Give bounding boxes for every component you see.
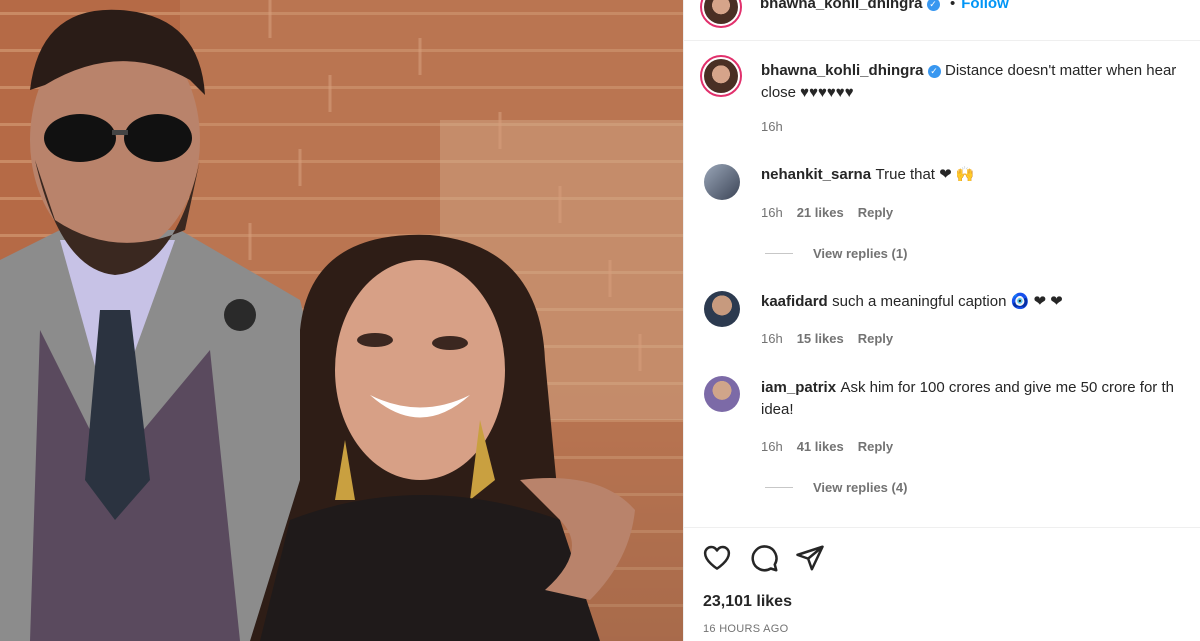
comment-avatar[interactable] <box>704 376 740 412</box>
verified-badge-icon: ✓ <box>926 0 940 11</box>
comment-username[interactable]: kaafidard <box>761 293 828 310</box>
view-replies-label: View replies (1) <box>813 246 908 261</box>
reply-button[interactable]: Reply <box>858 205 893 220</box>
reply-button[interactable]: Reply <box>858 331 893 346</box>
comment-meta: 16h 15 likes Reply <box>761 331 893 346</box>
post-header: bhawna_kohli_dhingra ✓ • Follow <box>760 0 1009 13</box>
view-replies-label: View replies (4) <box>813 480 908 495</box>
caption: bhawna_kohli_dhingra ✓ Distance doesn't m… <box>761 60 1200 104</box>
comment-meta: 16h 21 likes Reply <box>761 205 893 220</box>
follow-button[interactable]: Follow <box>961 0 1009 12</box>
comment-text: True that ❤ 🙌 <box>875 166 975 183</box>
comment-item: iam_patrix Ask him for 100 crores and gi… <box>761 377 1200 421</box>
comments-panel: bhawna_kohli_dhingra ✓ • Follow bhawna_koh… <box>683 0 1200 641</box>
view-replies-button[interactable]: View replies (4) <box>765 480 907 495</box>
likes-count[interactable]: 23,101 likes <box>703 593 792 611</box>
heart-icon[interactable] <box>702 543 732 573</box>
view-replies-button[interactable]: View replies (1) <box>765 246 907 261</box>
caption-time: 16h <box>761 119 783 134</box>
comment-time: 16h <box>761 205 783 220</box>
actions-divider <box>684 527 1200 528</box>
comment-time: 16h <box>761 331 783 346</box>
comment-text-cont: idea! <box>761 401 794 418</box>
comment-text: such a meaningful caption 🧿 ❤ ❤ <box>832 293 1063 310</box>
comment-avatar[interactable] <box>704 164 740 200</box>
comment-text: Ask him for 100 crores and give me 50 cr… <box>840 379 1174 396</box>
post-photo-illustration <box>0 0 683 641</box>
comment-time: 16h <box>761 439 783 454</box>
paper-plane-icon[interactable] <box>795 543 825 573</box>
post-timestamp: 16 HOURS AGO <box>703 623 789 635</box>
comment-username[interactable]: nehankit_sarna <box>761 166 871 183</box>
replies-line <box>765 253 793 254</box>
caption-text-cont: close ♥♥♥♥♥♥ <box>761 84 854 101</box>
reply-button[interactable]: Reply <box>858 439 893 454</box>
comment-likes[interactable]: 41 likes <box>797 439 844 454</box>
verified-badge-icon: ✓ <box>927 65 941 78</box>
comment-meta: 16h 41 likes Reply <box>761 439 893 454</box>
replies-line <box>765 487 793 488</box>
post-photo[interactable] <box>0 0 683 641</box>
caption-avatar[interactable] <box>700 55 742 97</box>
comment-item: nehankit_sarna True that ❤ 🙌 <box>761 165 975 184</box>
comment-icon[interactable] <box>749 543 779 573</box>
follow-separator: • <box>949 0 956 12</box>
caption-username[interactable]: bhawna_kohli_dhingra <box>761 62 924 79</box>
caption-text: Distance doesn't matter when hear <box>944 62 1177 79</box>
header-username[interactable]: bhawna_kohli_dhingra <box>760 0 923 12</box>
comment-item: kaafidard such a meaningful caption 🧿 ❤ … <box>761 292 1063 311</box>
header-divider <box>684 40 1200 41</box>
comment-username[interactable]: iam_patrix <box>761 379 836 396</box>
comment-likes[interactable]: 21 likes <box>797 205 844 220</box>
comment-likes[interactable]: 15 likes <box>797 331 844 346</box>
comment-avatar[interactable] <box>704 291 740 327</box>
header-avatar[interactable] <box>700 0 742 28</box>
